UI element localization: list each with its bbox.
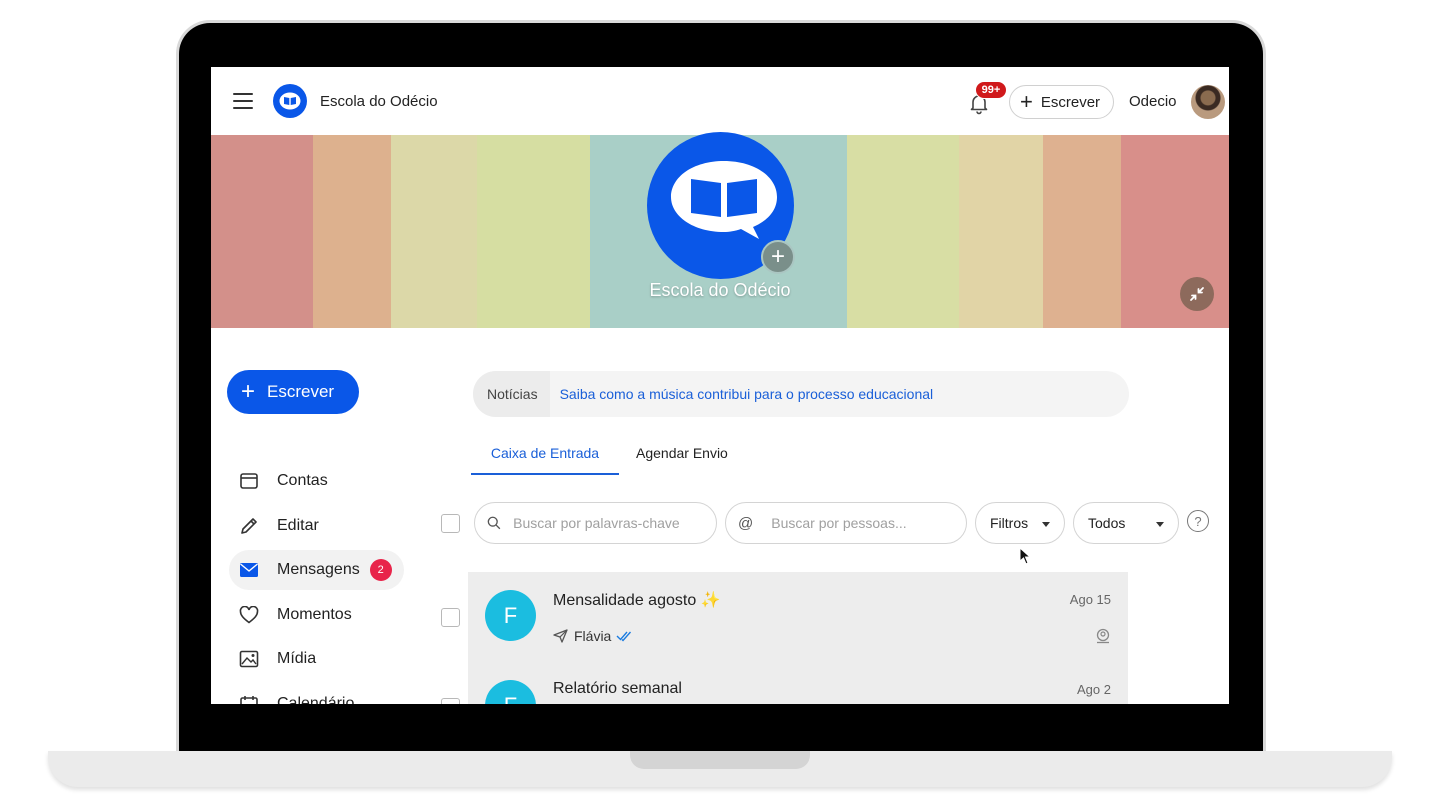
collapse-icon[interactable] [1180,277,1214,311]
sidebar-item-contas[interactable]: Contas [229,461,404,501]
subject-text: Mensalidade agosto [553,592,697,609]
mouse-cursor-icon [1019,547,1031,565]
user-name[interactable]: Odecio [1129,93,1177,110]
message-date: Ago 15 [1069,592,1111,607]
message-checkbox[interactable] [441,608,460,627]
message-subject: Mensalidade agosto ✨ [553,590,721,610]
sidebar-compose-label: Escrever [267,382,335,401]
heart-icon [239,605,259,625]
message-subject: Relatório semanal [553,680,682,697]
filters-dropdown[interactable]: Filtros [975,502,1065,544]
change-logo-button[interactable]: + [761,240,795,274]
message-row[interactable]: F Mensalidade agosto ✨ Ago 15 Flávia [468,572,1128,664]
sparkles-icon: ✨ [700,592,721,609]
message-list: F Mensalidade agosto ✨ Ago 15 Flávia F R… [468,572,1128,704]
keyword-search [474,502,717,544]
chevron-down-icon [1156,522,1164,527]
sidebar-item-label: Momentos [277,606,352,623]
sidebar-item-label: Contas [277,472,328,489]
envelope-icon [239,560,259,580]
image-icon [239,649,259,669]
message-sender: Flávia [553,628,632,644]
user-avatar[interactable] [1191,85,1225,119]
sidebar-item-editar[interactable]: Editar [229,506,404,546]
message-row[interactable]: F Relatório semanal Ago 2 [468,664,1128,704]
sidebar-item-calendario[interactable]: Calendário [229,684,404,704]
pencil-icon [239,516,259,536]
compose-label: Escrever [1040,93,1101,111]
sidebar-item-label: Editar [277,517,319,534]
plus-icon: + [241,378,256,405]
app-screen: Escola do Odécio 99+ + Escrever Odecio +… [211,67,1229,704]
sidebar-item-midia[interactable]: Mídia [229,639,404,679]
sender-name: Flávia [574,628,612,644]
message-date: Ago 2 [1077,682,1111,697]
sender-avatar: F [485,680,536,704]
filters-label: Filtros [990,515,1029,531]
sidebar-item-label: Calendário [277,695,355,704]
sidebar-item-mensagens[interactable]: Mensagens 2 [229,550,404,590]
wallet-icon [239,471,259,491]
people-search: @ [725,502,967,544]
help-icon[interactable]: ? [1187,510,1209,532]
sender-avatar: F [485,590,536,641]
news-link[interactable]: Saiba como a música contribui para o pro… [550,386,934,402]
select-all-checkbox[interactable] [441,514,460,533]
book-bubble-icon [671,161,777,239]
keyword-search-input[interactable] [513,515,716,531]
double-check-icon [616,631,632,642]
banner-title: Escola do Odécio [649,280,791,300]
chevron-down-icon [1042,522,1050,527]
news-label: Notícias [473,371,550,417]
sidebar-item-label: Mensagens [277,561,360,578]
tab-schedule[interactable]: Agendar Envio [636,445,728,473]
scope-label: Todos [1088,515,1126,531]
unread-badge: 2 [369,559,392,581]
school-logo-icon[interactable] [273,84,307,118]
scope-dropdown[interactable]: Todos [1073,502,1179,544]
laptop-notch [630,751,810,769]
send-icon [553,629,568,643]
notification-badge: 99+ [975,81,1007,99]
top-bar: Escola do Odécio 99+ + Escrever Odecio [211,67,1229,135]
school-banner: + Escola do Odécio [211,132,1229,328]
search-icon [487,516,501,530]
news-bar: Notícias Saiba como a música contribui p… [473,371,1129,417]
compose-button[interactable]: + Escrever [1009,85,1114,119]
read-receipt-icon [1096,628,1110,644]
message-checkbox[interactable] [441,698,460,704]
sidebar-item-momentos[interactable]: Momentos [229,595,404,635]
menu-icon[interactable] [233,93,253,109]
school-name: Escola do Odécio [320,93,438,110]
plus-icon: + [1020,89,1033,114]
people-search-input[interactable] [771,515,966,531]
at-sign-icon: @ [738,514,754,532]
calendar-icon [239,694,259,704]
sidebar-item-label: Mídia [277,650,317,667]
tab-inbox[interactable]: Caixa de Entrada [471,445,619,475]
sidebar-compose-button[interactable]: + Escrever [227,370,359,414]
